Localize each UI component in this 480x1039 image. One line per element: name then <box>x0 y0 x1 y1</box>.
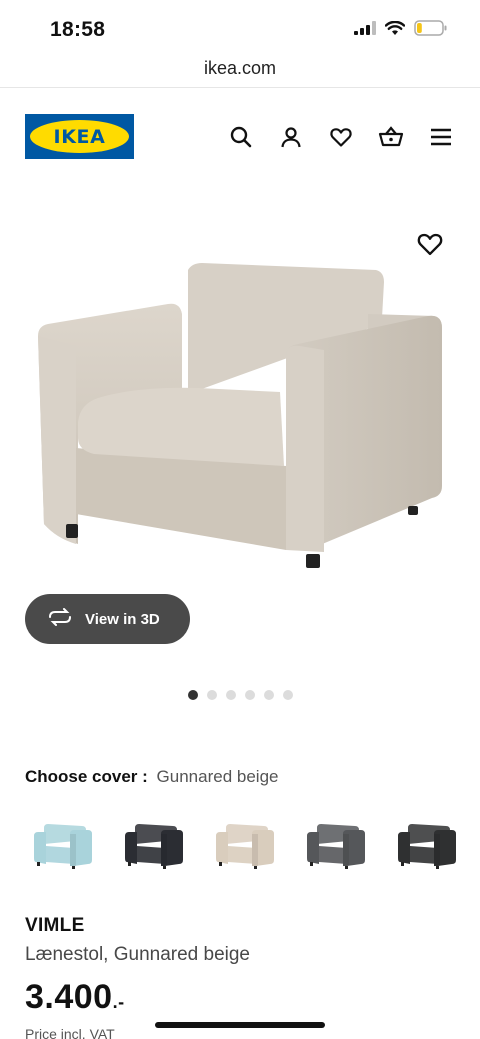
cover-swatch[interactable] <box>25 812 101 878</box>
account-icon[interactable] <box>278 124 304 150</box>
logo-text: IKEA <box>53 125 106 148</box>
url-bar[interactable]: ikea.com <box>0 56 480 88</box>
product-name: VIMLE <box>25 915 85 936</box>
cover-swatch[interactable] <box>298 812 374 878</box>
cover-swatch[interactable] <box>389 812 465 878</box>
armchair-image <box>38 263 442 568</box>
image-pagination <box>0 690 480 700</box>
favourites-icon[interactable] <box>328 124 354 150</box>
url-text: ikea.com <box>203 58 277 78</box>
cover-swatch[interactable] <box>116 812 192 878</box>
pagination-dot[interactable] <box>263 690 274 700</box>
favourite-heart-icon[interactable] <box>416 230 444 258</box>
basket-icon[interactable] <box>378 124 404 150</box>
cover-swatch[interactable] <box>207 812 283 878</box>
choose-cover: Choose cover : Gunnared beige <box>25 767 278 787</box>
pagination-dot[interactable] <box>244 690 255 700</box>
logo-oval: IKEA <box>30 120 129 153</box>
pagination-dot[interactable] <box>206 690 217 700</box>
site-header: IKEA <box>0 88 480 188</box>
choose-cover-label: Choose cover : <box>25 767 148 786</box>
home-indicator <box>155 1022 325 1028</box>
header-icons <box>228 124 454 150</box>
cover-swatches <box>25 812 465 878</box>
pagination-dot[interactable] <box>282 690 293 700</box>
choose-cover-value: Gunnared beige <box>156 767 279 786</box>
signal-icon <box>354 21 376 40</box>
pagination-dot[interactable] <box>187 690 198 700</box>
status-bar: 18:58 <box>0 0 480 56</box>
rotate-3d-icon <box>47 607 73 631</box>
menu-icon[interactable] <box>428 124 454 150</box>
battery-icon <box>414 20 448 41</box>
status-icons <box>354 20 448 41</box>
view-in-3d-button[interactable]: View in 3D <box>25 594 190 644</box>
wifi-icon <box>384 20 406 41</box>
view-in-3d-label: View in 3D <box>85 610 160 628</box>
pagination-dot[interactable] <box>225 690 236 700</box>
price-value: 3.400 <box>25 978 113 1016</box>
search-icon[interactable] <box>228 124 254 150</box>
product-image[interactable]: View in 3D <box>18 208 462 658</box>
ikea-logo[interactable]: IKEA <box>25 114 134 159</box>
status-time: 18:58 <box>50 18 106 41</box>
price-suffix: .- <box>112 992 125 1012</box>
price-note: Price incl. VAT <box>25 1026 115 1039</box>
product-price: 3.400.- <box>25 978 125 1017</box>
product-description: Lænestol, Gunnared beige <box>25 944 250 965</box>
